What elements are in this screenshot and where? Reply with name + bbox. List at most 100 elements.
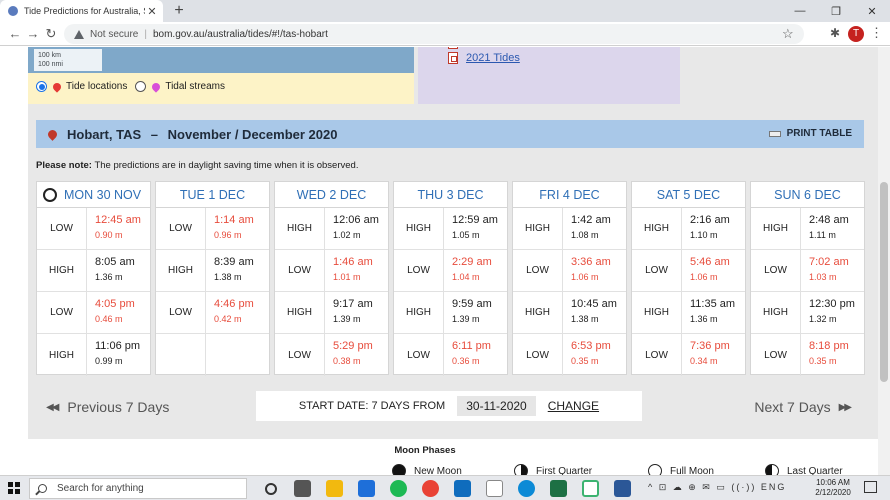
tide-type: LOW (513, 250, 563, 291)
tide-type: HIGH (632, 292, 682, 333)
tide-locations-radio[interactable] (36, 81, 47, 92)
day-column: FRI 4 DEC HIGH 1:42 am 1.08 m LOW 3:36 am 1.06… (512, 181, 627, 376)
tide-values: 8:05 am 1.36 m (87, 250, 150, 291)
day-label: MON 30 NOV (64, 187, 142, 202)
new-tab-button[interactable]: + (170, 2, 188, 20)
page-scrollbar[interactable] (878, 47, 890, 475)
tide-values: 11:35 am 1.36 m (682, 292, 745, 333)
tide-type: LOW (156, 292, 206, 333)
taskbar-search-input[interactable]: Search for anything (29, 478, 247, 499)
file-explorer-icon[interactable] (326, 480, 343, 497)
cortana-icon[interactable] (265, 483, 277, 495)
tide-values: 8:39 am 1.38 m (206, 250, 269, 291)
back-button[interactable]: ← (6, 25, 24, 43)
tide-values: 10:45 am 1.38 m (563, 292, 626, 333)
tide-values: 8:18 pm 0.35 m (801, 334, 864, 376)
maximize-button[interactable]: ❐ (818, 0, 854, 22)
tide-type: HIGH (156, 250, 206, 291)
tide-time: 12:30 pm (809, 298, 855, 310)
tide-values: 9:17 am 1.39 m (325, 292, 388, 333)
day-label: WED 2 DEC (296, 187, 367, 202)
chrome-icon[interactable] (422, 480, 439, 497)
map-image[interactable]: 100 km 100 nmi (28, 47, 414, 73)
side-panel (686, 47, 878, 104)
spotify-icon[interactable] (390, 480, 407, 497)
new-moon-icon (392, 464, 406, 475)
print-table-button[interactable]: PRINT TABLE (768, 128, 852, 139)
tide-values: 5:46 am 1.06 m (682, 250, 745, 291)
tide-height: 1.36 m (95, 272, 123, 282)
moon-full: Full Moon (648, 464, 714, 475)
full-moon-icon (648, 464, 662, 475)
edge-icon[interactable] (518, 480, 535, 497)
url-separator: | (144, 28, 147, 40)
tide-locations-label: Tide locations (66, 81, 128, 92)
windows-taskbar: Search for anything ^ ⊡ ☁ ⊕ ✉ ▭ ((·)) EN… (0, 475, 890, 500)
tide-time: 1:14 am (214, 214, 254, 226)
tide-height: 1.08 m (571, 230, 599, 240)
tide-type (156, 334, 206, 376)
start-date-label: START DATE: 7 DAYS FROM (298, 400, 446, 412)
start-date-input[interactable]: 30-11-2020 (457, 396, 536, 416)
tide-values: 7:36 pm 0.34 m (682, 334, 745, 376)
tide-row: LOW 5:46 am 1.06 m (632, 250, 745, 292)
notepad-icon[interactable] (486, 480, 503, 497)
whiteboard-icon[interactable] (582, 480, 599, 497)
taskbar-clock[interactable]: 10:06 AM 2/12/2020 (812, 478, 854, 498)
windows-start-icon[interactable] (8, 482, 20, 494)
outlook-icon[interactable] (454, 480, 471, 497)
tide-row: HIGH 10:45 am 1.38 m (513, 292, 626, 334)
day-label: TUE 1 DEC (179, 187, 246, 202)
system-tray[interactable]: ^ ⊡ ☁ ⊕ ✉ ▭ ((·)) ENG (648, 482, 786, 493)
tide-row: HIGH 8:39 am 1.38 m (156, 250, 269, 292)
previous-7-days-button[interactable]: ▶▶ Previous 7 Days (40, 399, 169, 415)
close-window-button[interactable]: ✕ (854, 0, 890, 22)
tide-row: HIGH 12:06 am 1.02 m (275, 208, 388, 250)
url-text: bom.gov.au/australia/tides/#!/tas-hobart (152, 28, 328, 40)
tide-row (156, 334, 269, 376)
tide-type: LOW (156, 208, 206, 249)
excel-icon[interactable] (550, 480, 567, 497)
tab-close-icon[interactable]: ✕ (145, 5, 159, 18)
day-label: SAT 5 DEC (656, 187, 721, 202)
tide-values: 2:48 am 1.11 m (801, 208, 864, 249)
profile-avatar[interactable]: T (848, 26, 864, 42)
first-quarter-moon-icon (514, 464, 528, 475)
minimize-button[interactable]: — (782, 0, 818, 22)
tide-type: LOW (37, 208, 87, 249)
today-radio[interactable] (43, 187, 57, 202)
mail-icon[interactable] (358, 480, 375, 497)
extensions-icon[interactable]: ✱ (830, 26, 840, 40)
scrollbar-thumb[interactable] (880, 182, 888, 382)
browser-menu-icon[interactable]: ⋮ (870, 25, 883, 41)
url-input[interactable]: Not secure | bom.gov.au/australia/tides/… (64, 24, 804, 44)
tide-type: LOW (632, 250, 682, 291)
tides-2021-link[interactable]: 2021 Tides (448, 52, 520, 64)
word-icon[interactable] (614, 480, 631, 497)
title-dash: – (150, 126, 159, 142)
print-table-label: PRINT TABLE (786, 128, 852, 139)
tide-time: 1:42 am (571, 214, 611, 226)
clock-time: 10:06 AM (816, 478, 850, 487)
task-view-icon[interactable] (294, 480, 311, 497)
forward-button[interactable]: → (24, 25, 42, 43)
day-header: SUN 6 DEC (751, 182, 864, 208)
tide-row: LOW 6:53 pm 0.35 m (513, 334, 626, 376)
scale-km: 100 km (38, 52, 61, 59)
tidal-streams-radio[interactable] (135, 81, 147, 92)
tide-values: 1:14 am 0.96 m (206, 208, 269, 249)
tide-type: HIGH (37, 250, 87, 291)
first-quarter-label: First Quarter (536, 465, 593, 476)
period-label: November / December 2020 (167, 126, 338, 142)
notification-center-icon[interactable] (864, 481, 877, 493)
change-date-link[interactable]: CHANGE (548, 399, 599, 413)
map-panel: 100 km 100 nmi Tide locations Tidal stre… (28, 47, 414, 104)
reload-button[interactable]: ↻ (42, 25, 60, 43)
tide-time: 9:17 am (333, 298, 373, 310)
tide-row: LOW 4:46 pm 0.42 m (156, 292, 269, 334)
browser-tab[interactable]: Tide Predictions for Australia, So ✕ (0, 0, 163, 22)
day-column: WED 2 DEC HIGH 12:06 am 1.02 m LOW 1:46 am 1.0… (274, 181, 389, 376)
bookmark-star-icon[interactable]: ☆ (782, 26, 794, 42)
moon-first-quarter: First Quarter (514, 464, 592, 475)
next-7-days-button[interactable]: Next 7 Days ▶▶ (754, 399, 858, 415)
